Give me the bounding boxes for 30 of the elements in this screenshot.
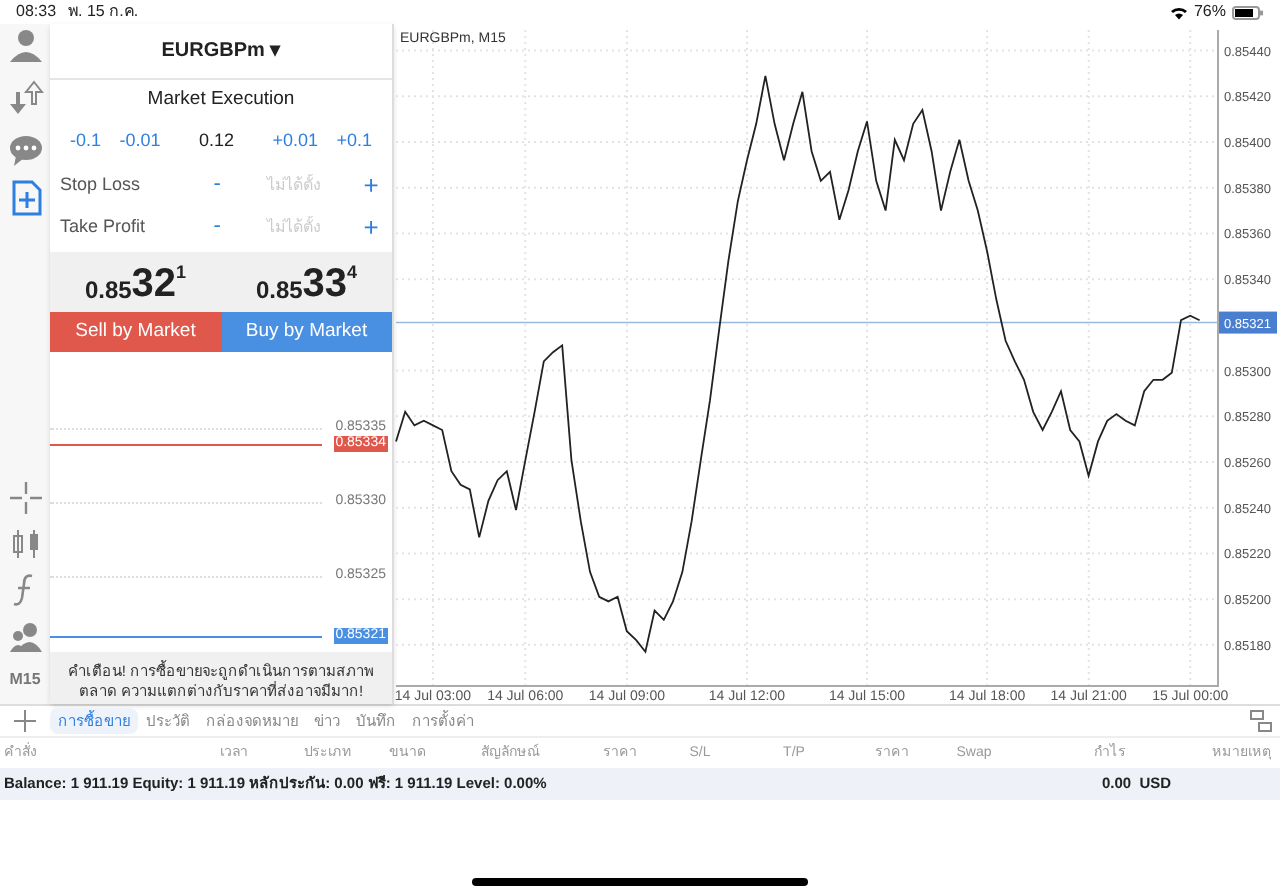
volume-step-button[interactable]: -0.1 (70, 128, 102, 156)
volume-step-button[interactable]: +0.1 (336, 128, 372, 156)
battery-percent: 76% (1193, 0, 1226, 24)
people-icon[interactable] (7, 618, 43, 654)
status-time: 08:33 (16, 0, 57, 24)
volume-value: 0.12 (196, 128, 236, 155)
minus-button[interactable]: - (206, 168, 229, 202)
timeframe-button[interactable]: M15 (9, 668, 41, 692)
volume-step-button[interactable]: -0.01 (119, 128, 161, 156)
plus-button[interactable]: + (360, 207, 383, 247)
volume-step-button[interactable]: +0.01 (272, 128, 318, 156)
execution-type: Market Execution (145, 85, 297, 114)
candlestick-icon[interactable] (7, 526, 43, 562)
add-icon[interactable] (14, 710, 36, 732)
battery-icon (1232, 5, 1264, 19)
arrows-icon[interactable] (7, 80, 43, 116)
person-icon[interactable] (7, 28, 43, 64)
field-label: Stop Loss (60, 171, 143, 198)
field-label: Take Profit (60, 213, 148, 240)
symbol-selector[interactable]: EURGBPm ▾ (50, 24, 392, 80)
minus-button[interactable]: - (206, 210, 229, 244)
chat-icon[interactable] (7, 132, 43, 168)
sell-button[interactable]: Sell by Market (50, 312, 221, 352)
crosshair-icon[interactable] (7, 480, 43, 516)
wifi-icon (1169, 5, 1188, 19)
buy-button[interactable]: Buy by Market (221, 312, 392, 352)
plus-button[interactable]: + (360, 165, 383, 205)
new-order-icon[interactable] (7, 180, 43, 216)
layout-icon[interactable] (1249, 710, 1271, 732)
status-date: พ. 15 ก.ค. (68, 0, 139, 24)
